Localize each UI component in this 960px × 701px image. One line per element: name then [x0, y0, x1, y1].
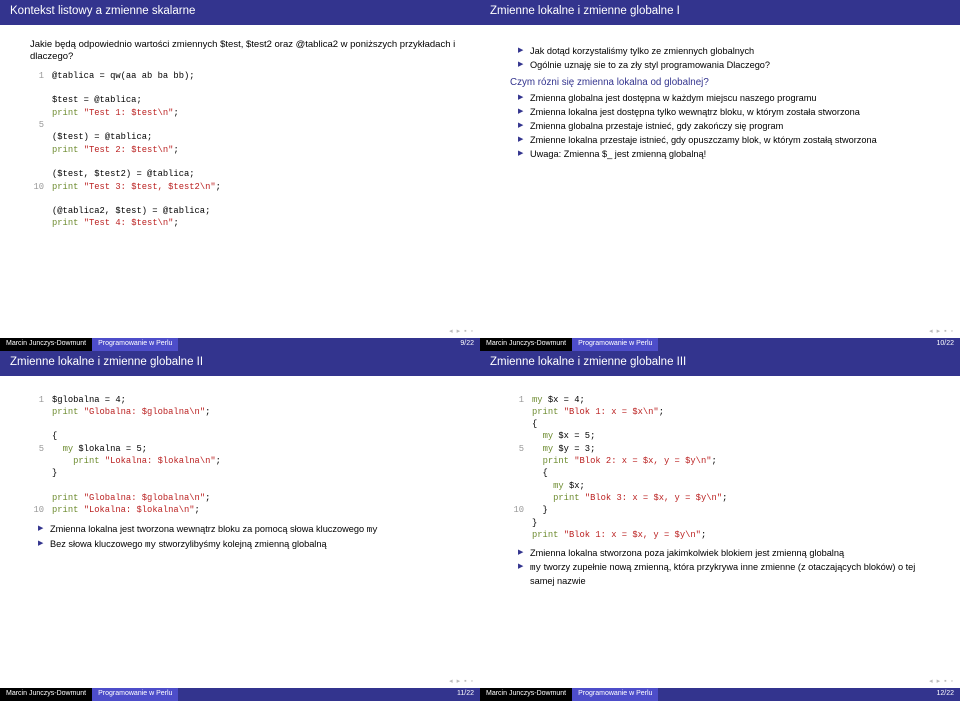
- slide-title: Zmienne lokalne i zmienne globalne II: [0, 351, 480, 376]
- nav-dots[interactable]: ◂ ▸ ▪ ▫: [449, 677, 474, 685]
- bullet: Zmienna globalna jest dostępna w każdym …: [518, 92, 940, 104]
- footer-page: 11/22: [178, 688, 480, 701]
- code-block: 1@tablica = qw(aa ab ba bb); $test = @ta…: [30, 70, 460, 230]
- footer-course: Programowanie w Perlu: [572, 338, 658, 351]
- footer-page: 12/22: [658, 688, 960, 701]
- bullet: Ogólnie uznaję sie to za zły styl progra…: [518, 59, 940, 71]
- slide-body: Jak dotąd korzystaliśmy tylko ze zmienny…: [480, 29, 960, 338]
- bullet: my tworzy zupełnie nową zmienną, która p…: [518, 561, 940, 587]
- slide-title: Zmienne lokalne i zmienne globalne I: [480, 0, 960, 25]
- slide-3: Zmienne lokalne i zmienne globalne II 1$…: [0, 351, 480, 701]
- nav-dots[interactable]: ◂ ▸ ▪ ▫: [929, 327, 954, 335]
- slide-body: 1$globalna = 4; print "Globalna: $global…: [0, 380, 480, 689]
- slide-body: 1my $x = 4; print "Blok 1: x = $x\n"; { …: [480, 380, 960, 689]
- bullet: Zmienna globalna przestaje istnieć, gdy …: [518, 120, 940, 132]
- slide-title: Zmienne lokalne i zmienne globalne III: [480, 351, 960, 376]
- footer-course: Programowanie w Perlu: [92, 338, 178, 351]
- footer: Marcin Junczys-Dowmunt Programowanie w P…: [480, 338, 960, 351]
- bullet: Jak dotąd korzystaliśmy tylko ze zmienny…: [518, 45, 940, 57]
- bullet: Uwaga: Zmienna $_ jest zmienną globalną!: [518, 148, 940, 160]
- bullet: Bez słowa kluczowego my stworzylibyśmy k…: [38, 538, 460, 551]
- bullet: Zmienna lokalna stworzona poza jakimkolw…: [518, 547, 940, 559]
- slide-title: Kontekst listowy a zmienne skalarne: [0, 0, 480, 25]
- footer-page: 10/22: [658, 338, 960, 351]
- subheading: Czym rózni się zmienna lokalna od global…: [510, 77, 940, 88]
- footer: Marcin Junczys-Dowmunt Programowanie w P…: [480, 688, 960, 701]
- footer-page: 9/22: [178, 338, 480, 351]
- lead-text: Jakie będą odpowiednio wartości zmiennyc…: [30, 39, 460, 64]
- slide-body: Jakie będą odpowiednio wartości zmiennyc…: [0, 29, 480, 338]
- bullet: Zmienne lokalna przestaje istnieć, gdy o…: [518, 134, 940, 146]
- bullet: Zmienna lokalna jest dostępna tylko wewn…: [518, 106, 940, 118]
- code-block: 1my $x = 4; print "Blok 1: x = $x\n"; { …: [510, 394, 940, 542]
- footer-author: Marcin Junczys-Dowmunt: [480, 688, 572, 701]
- slide-4: Zmienne lokalne i zmienne globalne III 1…: [480, 351, 960, 701]
- nav-dots[interactable]: ◂ ▸ ▪ ▫: [929, 677, 954, 685]
- footer-author: Marcin Junczys-Dowmunt: [0, 338, 92, 351]
- slide-1: Kontekst listowy a zmienne skalarne Jaki…: [0, 0, 480, 351]
- footer-author: Marcin Junczys-Dowmunt: [0, 688, 92, 701]
- nav-dots[interactable]: ◂ ▸ ▪ ▫: [449, 327, 474, 335]
- footer-course: Programowanie w Perlu: [92, 688, 178, 701]
- footer: Marcin Junczys-Dowmunt Programowanie w P…: [0, 688, 480, 701]
- footer: Marcin Junczys-Dowmunt Programowanie w P…: [0, 338, 480, 351]
- slide-2: Zmienne lokalne i zmienne globalne I Jak…: [480, 0, 960, 351]
- footer-author: Marcin Junczys-Dowmunt: [480, 338, 572, 351]
- footer-course: Programowanie w Perlu: [572, 688, 658, 701]
- code-block: 1$globalna = 4; print "Globalna: $global…: [30, 394, 460, 517]
- bullet: Zmienna lokalna jest tworzona wewnątrz b…: [38, 523, 460, 536]
